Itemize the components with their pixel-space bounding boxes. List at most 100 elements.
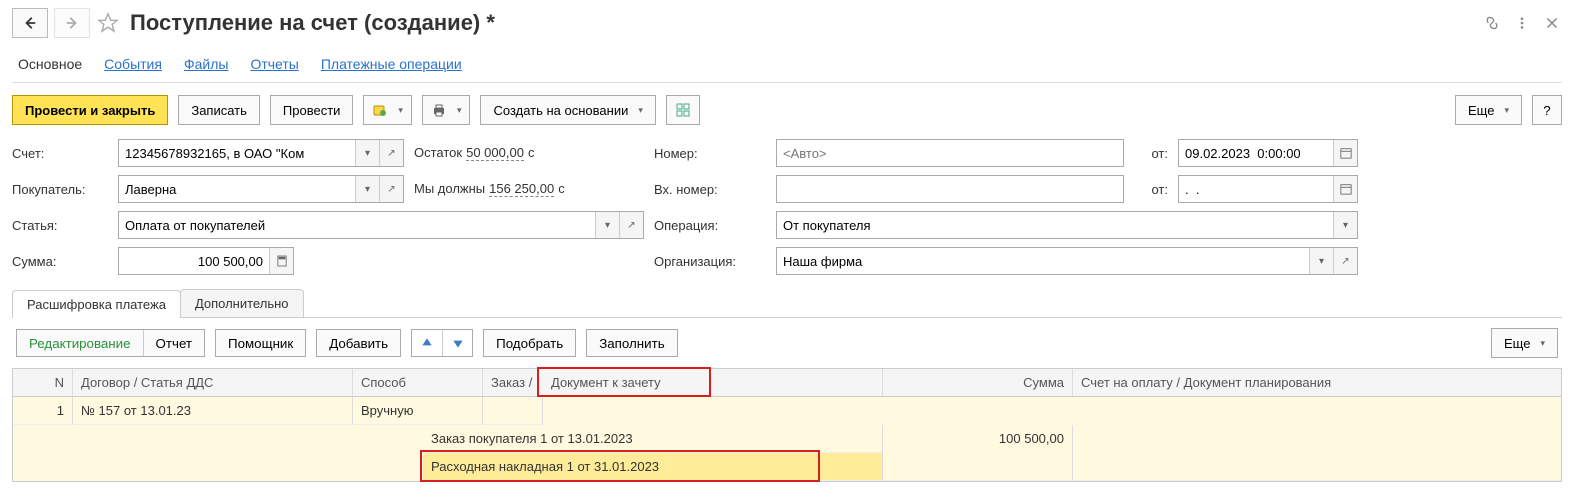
calendar-icon[interactable] bbox=[1333, 176, 1357, 202]
arrow-right-icon bbox=[65, 16, 79, 30]
open-icon[interactable]: ↗ bbox=[379, 176, 403, 202]
structure-button[interactable] bbox=[666, 95, 700, 125]
write-button[interactable]: Записать bbox=[178, 95, 260, 125]
org-label: Организация: bbox=[654, 254, 766, 269]
sub-tabs: Расшифровка платежа Дополнительно bbox=[12, 289, 1562, 318]
ext-number-field[interactable] bbox=[777, 176, 1123, 202]
close-icon[interactable] bbox=[1542, 13, 1562, 33]
dropdown-icon[interactable]: ▾ bbox=[1333, 212, 1357, 238]
from-label: от: bbox=[1134, 146, 1168, 161]
buyer-field[interactable] bbox=[119, 176, 355, 202]
more-button[interactable]: Еще bbox=[1455, 95, 1522, 125]
dropdown-icon[interactable]: ▾ bbox=[1309, 248, 1333, 274]
tab-main[interactable]: Основное bbox=[18, 56, 82, 72]
add-row-button[interactable]: Добавить bbox=[316, 329, 401, 357]
form-fields: Счет: ▾ ↗ Остаток 50 000,00 с Номер: от:… bbox=[12, 139, 1562, 275]
edit-mode-button[interactable]: Редактирование bbox=[17, 330, 144, 356]
th-doc-offset: Документ к зачету bbox=[543, 369, 883, 396]
th-invoice: Счет на оплату / Документ планирования bbox=[1073, 369, 1561, 396]
sum-input[interactable] bbox=[118, 247, 294, 275]
sum-label: Сумма: bbox=[12, 254, 108, 269]
helper-button[interactable]: Помощник bbox=[215, 329, 306, 357]
article-input[interactable]: ▾ ↗ bbox=[118, 211, 644, 239]
kebab-menu-icon[interactable] bbox=[1512, 13, 1532, 33]
sum-field[interactable] bbox=[119, 248, 269, 274]
dropdown-icon[interactable]: ▾ bbox=[355, 176, 379, 202]
open-icon[interactable]: ↗ bbox=[619, 212, 643, 238]
number-input[interactable] bbox=[776, 139, 1124, 167]
cell-doc2: Расходная накладная 1 от 31.01.2023 bbox=[423, 453, 882, 480]
open-icon[interactable]: ↗ bbox=[379, 140, 403, 166]
th-contract: Договор / Статья ДДС bbox=[73, 369, 353, 396]
th-order: Заказ / bbox=[483, 369, 543, 396]
nav-tabs: Основное События Файлы Отчеты Платежные … bbox=[12, 52, 1562, 83]
cell-invoice bbox=[1073, 425, 1561, 481]
cell-doc1: Заказ покупателя 1 от 13.01.2023 bbox=[423, 425, 882, 453]
buyer-input[interactable]: ▾ ↗ bbox=[118, 175, 404, 203]
th-method: Способ bbox=[353, 369, 483, 396]
date-field[interactable] bbox=[1179, 140, 1333, 166]
post-button[interactable]: Провести bbox=[270, 95, 354, 125]
clip-icon bbox=[372, 102, 388, 118]
sub-more-button[interactable]: Еще bbox=[1491, 328, 1558, 358]
pick-button[interactable]: Подобрать bbox=[483, 329, 576, 357]
structure-icon bbox=[675, 102, 691, 118]
move-down-button[interactable] bbox=[442, 330, 472, 356]
arrow-up-icon bbox=[420, 336, 434, 350]
arrow-down-icon bbox=[451, 336, 465, 350]
cell-contract: № 157 от 13.01.23 bbox=[73, 397, 353, 425]
create-based-on-button[interactable]: Создать на основании bbox=[480, 95, 655, 125]
page-title: Поступление на счет (создание) * bbox=[130, 10, 1476, 36]
dropdown-icon[interactable]: ▾ bbox=[595, 212, 619, 238]
ext-number-label: Вх. номер: bbox=[654, 182, 766, 197]
post-and-close-button[interactable]: Провести и закрыть bbox=[12, 95, 168, 125]
date-input[interactable] bbox=[1178, 139, 1358, 167]
th-sum: Сумма bbox=[883, 369, 1073, 396]
attach-button[interactable] bbox=[363, 95, 412, 125]
arrow-left-icon bbox=[23, 16, 37, 30]
number-field[interactable] bbox=[777, 140, 1123, 166]
tab-events[interactable]: События bbox=[104, 56, 162, 72]
open-icon[interactable]: ↗ bbox=[1333, 248, 1357, 274]
forward-button[interactable] bbox=[54, 8, 90, 38]
account-field[interactable] bbox=[119, 140, 355, 166]
account-input[interactable]: ▾ ↗ bbox=[118, 139, 404, 167]
article-label: Статья: bbox=[12, 218, 108, 233]
print-button[interactable] bbox=[422, 95, 471, 125]
help-button[interactable]: ? bbox=[1532, 95, 1562, 125]
article-field[interactable] bbox=[119, 212, 595, 238]
payment-table: N Договор / Статья ДДС Способ Заказ / До… bbox=[12, 368, 1562, 482]
tab-reports[interactable]: Отчеты bbox=[250, 56, 298, 72]
account-label: Счет: bbox=[12, 146, 108, 161]
back-button[interactable] bbox=[12, 8, 48, 38]
favorite-star-icon[interactable] bbox=[96, 11, 120, 35]
link-icon[interactable] bbox=[1482, 13, 1502, 33]
ext-date-input[interactable] bbox=[1178, 175, 1358, 203]
cell-method: Вручную bbox=[353, 397, 483, 425]
operation-field[interactable] bbox=[777, 212, 1333, 238]
calendar-icon[interactable] bbox=[1333, 140, 1357, 166]
report-mode-button[interactable]: Отчет bbox=[144, 330, 205, 356]
operation-input[interactable]: ▾ bbox=[776, 211, 1358, 239]
move-buttons bbox=[411, 329, 473, 357]
move-up-button[interactable] bbox=[412, 330, 442, 356]
dropdown-icon[interactable]: ▾ bbox=[355, 140, 379, 166]
org-field[interactable] bbox=[777, 248, 1309, 274]
ext-number-input[interactable] bbox=[776, 175, 1124, 203]
fill-button[interactable]: Заполнить bbox=[586, 329, 677, 357]
subtab-additional[interactable]: Дополнительно bbox=[180, 289, 304, 317]
balance-text: Остаток 50 000,00 с bbox=[414, 145, 644, 161]
cell-sum: 100 500,00 bbox=[883, 425, 1073, 481]
cell-n: 1 bbox=[13, 397, 73, 425]
number-label: Номер: bbox=[654, 146, 766, 161]
tab-files[interactable]: Файлы bbox=[184, 56, 228, 72]
org-input[interactable]: ▾ ↗ bbox=[776, 247, 1358, 275]
tab-payment-ops[interactable]: Платежные операции bbox=[321, 56, 462, 72]
operation-label: Операция: bbox=[654, 218, 766, 233]
subtab-payment-breakdown[interactable]: Расшифровка платежа bbox=[12, 290, 181, 318]
calc-icon[interactable] bbox=[269, 248, 293, 274]
table-row[interactable]: 1 № 157 от 13.01.23 Вручную Заказ покупа… bbox=[13, 397, 1561, 481]
ext-date-field[interactable] bbox=[1179, 176, 1333, 202]
buyer-label: Покупатель: bbox=[12, 182, 108, 197]
cell-documents: Заказ покупателя 1 от 13.01.2023 Расходн… bbox=[423, 425, 883, 481]
